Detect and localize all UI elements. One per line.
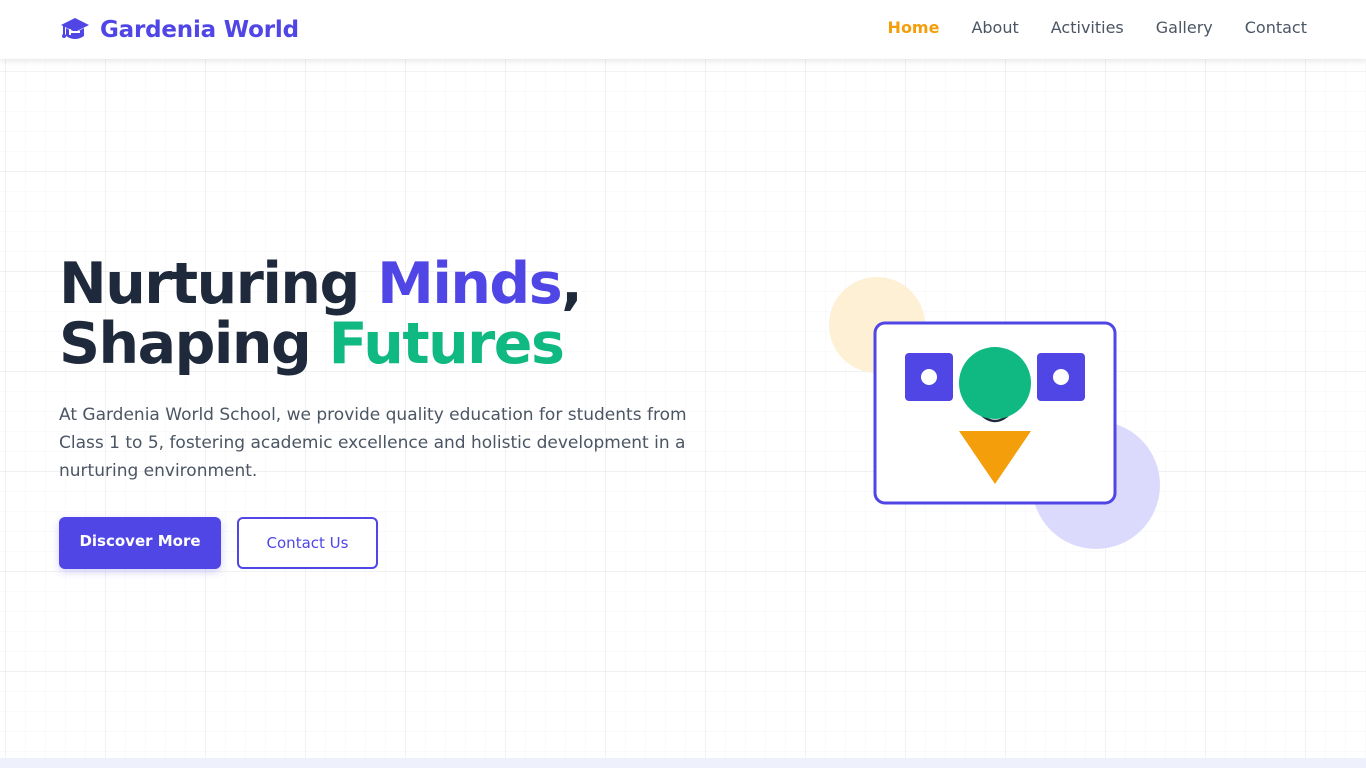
hero-title: Nurturing Minds, Shaping Futures — [59, 254, 759, 374]
nav-gallery[interactable]: Gallery — [1156, 18, 1213, 37]
site-header: Gardenia World Home About Activities Gal… — [0, 0, 1366, 59]
contact-us-button[interactable]: Contact Us — [237, 517, 378, 569]
section-divider — [0, 758, 1366, 768]
main-nav: Home About Activities Gallery Contact — [888, 18, 1307, 37]
graduation-cap-icon — [61, 18, 89, 39]
right-eye-dot — [1053, 369, 1069, 385]
head-circle — [959, 347, 1031, 419]
hero-title-highlight-futures: Futures — [328, 311, 565, 377]
hero-title-text: Shaping — [59, 311, 329, 377]
nav-about[interactable]: About — [971, 18, 1018, 37]
hero-title-highlight-minds: Minds — [377, 251, 563, 317]
discover-more-button[interactable]: Discover More — [59, 517, 221, 569]
hero-title-line-2: Shaping Futures — [59, 314, 759, 374]
nav-activities[interactable]: Activities — [1051, 18, 1124, 37]
nav-home[interactable]: Home — [888, 18, 940, 37]
robot-board-illustration — [829, 277, 1160, 549]
brand-name: Gardenia World — [100, 17, 299, 43]
hero-title-comma: , — [561, 251, 583, 317]
hero-description: At Gardenia World School, we provide qua… — [59, 405, 687, 481]
hero-title-text: Nurturing — [59, 251, 378, 317]
brand-logo-link[interactable]: Gardenia World — [60, 14, 299, 46]
hero-illustration — [820, 270, 1170, 560]
hero-title-line-1: Nurturing Minds, — [59, 254, 759, 314]
left-eye-dot — [921, 369, 937, 385]
nav-contact[interactable]: Contact — [1245, 18, 1307, 37]
page: Gardenia World Home About Activities Gal… — [0, 0, 1366, 768]
